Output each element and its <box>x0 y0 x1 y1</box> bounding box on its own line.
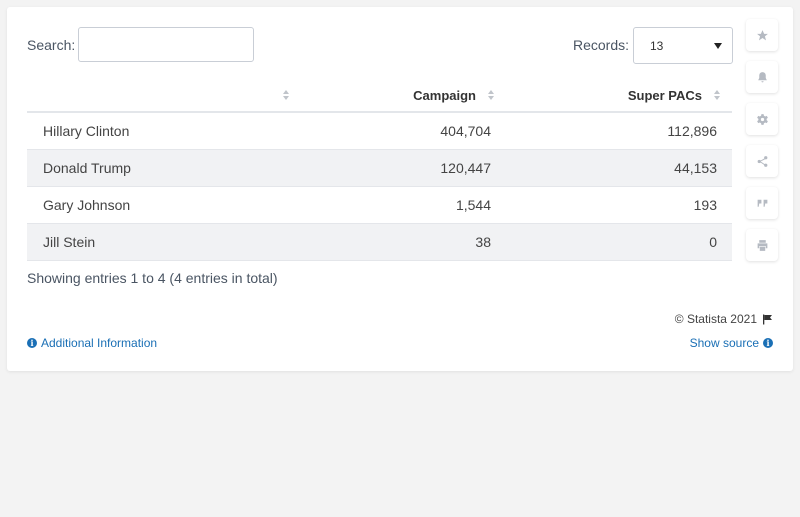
records-select[interactable]: 13 <box>633 27 733 64</box>
entries-summary: Showing entries 1 to 4 (4 entries in tot… <box>27 270 278 286</box>
cell-campaign: 404,704 <box>301 112 506 150</box>
additional-information-label: Additional Information <box>41 336 158 350</box>
column-header-campaign[interactable]: Campaign <box>301 79 506 113</box>
records-value: 13 <box>650 39 664 53</box>
cell-super-pacs: 44,153 <box>506 149 732 187</box>
print-icon <box>757 239 767 251</box>
cell-campaign: 120,447 <box>301 149 506 187</box>
statistic-card: Search: Records: 13 Campaign Super PACs … <box>7 7 793 371</box>
sort-icon <box>714 90 722 102</box>
column-header-super-pacs[interactable]: Super PACs <box>506 79 732 113</box>
credit-text: © Statista 2021 <box>674 312 757 326</box>
search-input[interactable] <box>78 27 254 62</box>
flag-icon <box>763 314 772 324</box>
data-table: Campaign Super PACs Hillary Clinton 404,… <box>27 79 732 261</box>
additional-information-link[interactable]: i Additional Information <box>27 336 157 350</box>
show-source-label: Show source <box>689 336 759 350</box>
share-icon <box>757 155 767 167</box>
table-header-row: Campaign Super PACs <box>27 79 732 113</box>
settings-button[interactable] <box>746 103 778 135</box>
favorite-button[interactable] <box>746 19 778 51</box>
cell-super-pacs: 0 <box>506 223 732 261</box>
star-icon <box>756 29 768 40</box>
cell-candidate: Hillary Clinton <box>27 112 301 150</box>
notification-button[interactable] <box>746 61 778 93</box>
cell-super-pacs: 193 <box>506 186 732 224</box>
cell-super-pacs: 112,896 <box>506 112 732 150</box>
records-label: Records: <box>573 37 630 53</box>
column-header-name[interactable] <box>27 79 301 113</box>
sort-icon <box>488 90 496 102</box>
cell-candidate: Gary Johnson <box>27 186 301 224</box>
table-row: Donald Trump 120,447 44,153 <box>27 149 732 187</box>
cell-candidate: Donald Trump <box>27 149 301 187</box>
table-row: Hillary Clinton 404,704 112,896 <box>27 112 732 150</box>
chevron-down-icon <box>714 43 722 49</box>
info-icon: i <box>27 338 37 348</box>
cite-button[interactable] <box>746 187 778 219</box>
show-source-link[interactable]: Show source i <box>690 336 773 350</box>
info-icon: i <box>763 338 773 348</box>
cell-campaign: 38 <box>301 223 506 261</box>
cell-campaign: 1,544 <box>301 186 506 224</box>
table-row: Jill Stein 38 0 <box>27 223 732 261</box>
bell-icon <box>757 71 767 82</box>
statista-credit: © Statista 2021 <box>675 312 773 326</box>
print-button[interactable] <box>746 229 778 261</box>
quote-icon <box>757 199 767 207</box>
table-row: Gary Johnson 1,544 193 <box>27 186 732 224</box>
cell-candidate: Jill Stein <box>27 223 301 261</box>
search-label: Search: <box>27 37 76 53</box>
share-button[interactable] <box>746 145 778 177</box>
gear-icon <box>756 113 768 125</box>
sidebar-toolbar <box>746 19 780 271</box>
sort-icon <box>283 90 291 102</box>
